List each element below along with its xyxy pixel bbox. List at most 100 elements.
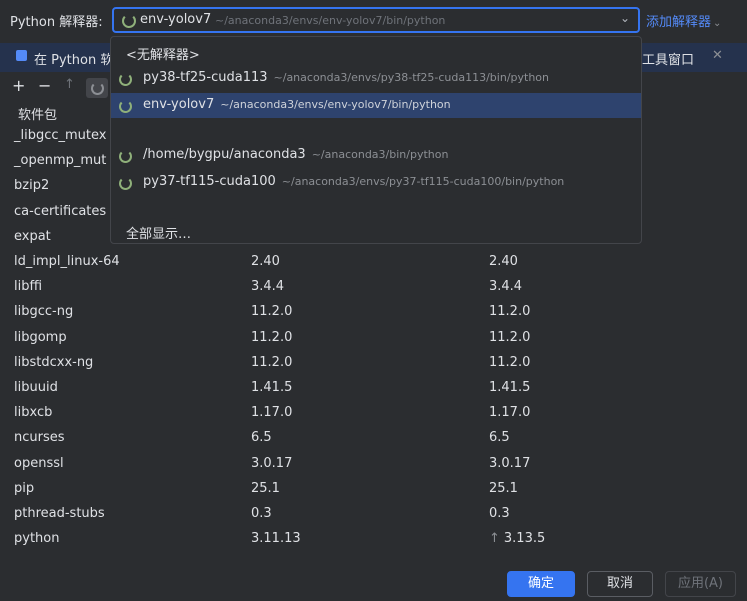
package-latest-version: 3.4.4 (489, 279, 522, 294)
loading-spinner-icon (119, 177, 132, 190)
package-latest-version: 0.3 (489, 506, 510, 521)
interpreter-option-name: py37-tf115-cuda100 (143, 174, 276, 189)
add-interpreter-link[interactable]: 添加解释器 ⌄ (646, 11, 721, 30)
package-row[interactable]: libgomp 11.2.0 11.2.0 (0, 326, 747, 351)
package-icon (16, 50, 27, 61)
package-name: libffi (14, 279, 43, 294)
package-latest-value: 1.17.0 (489, 405, 531, 420)
chevron-down-icon: ⌄ (619, 11, 630, 25)
package-name: ca-certificates (14, 204, 107, 219)
package-name: pthread-stubs (14, 506, 105, 521)
package-row[interactable]: ncurses 6.5 6.5 (0, 426, 747, 451)
package-version: 2.40 (251, 254, 280, 269)
loading-spinner-icon (119, 100, 132, 113)
interpreter-option-path: ~/anaconda3/bin/python (311, 148, 449, 161)
package-row[interactable]: libgcc-ng 11.2.0 11.2.0 (0, 300, 747, 325)
package-name: expat (14, 229, 51, 244)
close-icon[interactable]: ✕ (712, 48, 723, 63)
package-name: _openmp_mut (14, 153, 107, 168)
interpreter-combobox[interactable]: env-yolov7 ~/anaconda3/envs/env-yolov7/b… (112, 7, 640, 33)
package-name: libstdcxx-ng (14, 355, 94, 370)
package-name: bzip2 (14, 178, 50, 193)
interpreter-option[interactable]: py37-tf115-cuda100 ~/anaconda3/envs/py37-… (111, 170, 641, 195)
package-version: 3.4.4 (251, 279, 285, 294)
interpreter-option[interactable]: /home/bygpu/anaconda3 ~/anaconda3/bin/pyt… (111, 143, 641, 168)
package-version: 25.1 (251, 481, 280, 496)
refresh-button[interactable] (86, 78, 108, 98)
package-name: libgomp (14, 330, 67, 345)
package-latest-value: 11.2.0 (489, 330, 531, 345)
no-interpreter-option[interactable]: <无解释器> (111, 40, 641, 65)
package-row[interactable]: libstdcxx-ng 11.2.0 11.2.0 (0, 351, 747, 376)
package-version: 6.5 (251, 430, 272, 445)
package-latest-value: 11.2.0 (489, 355, 531, 370)
interpreter-dropdown: <无解释器> py38-tf25-cuda113 ~/anaconda3/envs… (110, 36, 642, 244)
loading-spinner-icon (119, 73, 132, 86)
package-row[interactable]: python 3.11.13 ↑ 3.13.5 (0, 527, 747, 552)
loading-spinner-icon (122, 14, 136, 28)
package-latest-version: 6.5 (489, 430, 510, 445)
package-version: 11.2.0 (251, 330, 293, 345)
package-latest-version: 11.2.0 (489, 330, 530, 345)
selected-interpreter-path: ~/anaconda3/envs/env-yolov7/bin/python (215, 14, 446, 27)
package-row[interactable]: openssl 3.0.17 3.0.17 (0, 452, 747, 477)
no-interpreter-label: <无解释器> (126, 48, 200, 63)
package-row[interactable]: libuuid 1.41.5 1.41.5 (0, 376, 747, 401)
package-name: python (14, 531, 60, 546)
package-latest-value: 11.2.0 (489, 304, 531, 319)
apply-button[interactable]: 应用(A) (665, 571, 736, 597)
package-row[interactable]: pip 25.1 25.1 (0, 477, 747, 502)
show-all-label: 全部显示… (126, 227, 192, 242)
interpreter-option-name: env-yolov7 (143, 97, 215, 112)
interpreter-option-path: ~/anaconda3/envs/env-yolov7/bin/python (220, 98, 451, 111)
package-version: 1.17.0 (251, 405, 293, 420)
upgrade-package-button[interactable]: ↑ (64, 77, 75, 92)
package-version: 11.2.0 (251, 304, 293, 319)
selected-interpreter-name: env-yolov7 (140, 12, 212, 27)
remove-package-button[interactable]: − (38, 76, 51, 95)
package-latest-value: 25.1 (489, 481, 518, 496)
package-latest-value: 3.13.5 (503, 531, 546, 546)
package-version: 1.41.5 (251, 380, 293, 395)
package-latest-version: 3.0.17 (489, 456, 530, 471)
package-name: libgcc-ng (14, 304, 74, 319)
package-latest-value: 1.41.5 (489, 380, 531, 395)
add-package-button[interactable]: + (12, 76, 25, 95)
package-latest-value: 2.40 (489, 254, 518, 269)
package-latest-version: 11.2.0 (489, 304, 530, 319)
package-latest-version: 11.2.0 (489, 355, 530, 370)
ok-button[interactable]: 确定 (507, 571, 575, 597)
package-name: openssl (14, 456, 64, 471)
interpreter-option-path: ~/anaconda3/envs/py38-tf25-cuda113/bin/p… (273, 71, 550, 84)
interpreter-option[interactable]: py38-tf25-cuda113 ~/anaconda3/envs/py38-t… (111, 66, 641, 91)
package-version: 3.11.13 (251, 531, 301, 546)
package-name: libxcb (14, 405, 53, 420)
chevron-down-icon: ⌄ (713, 18, 722, 29)
interpreter-label: Python 解释器: (10, 15, 103, 30)
package-version: 3.0.17 (251, 456, 293, 471)
cancel-button[interactable]: 取消 (587, 571, 653, 597)
package-name: pip (14, 481, 35, 496)
banner-text: 在 Python 软 (34, 53, 114, 68)
interpreter-option-name: py38-tf25-cuda113 (143, 70, 268, 85)
package-latest-value: 3.4.4 (489, 279, 523, 294)
package-latest-version: 2.40 (489, 254, 518, 269)
package-row[interactable]: libxcb 1.17.0 1.17.0 (0, 401, 747, 426)
package-row[interactable]: libffi 3.4.4 3.4.4 (0, 275, 747, 300)
package-latest-value: 6.5 (489, 430, 510, 445)
banner-tool-window-link[interactable]: 工具窗口 (642, 49, 694, 68)
package-row[interactable]: pthread-stubs 0.3 0.3 (0, 502, 747, 527)
package-latest-version: ↑ 3.13.5 (489, 531, 545, 546)
show-all-option[interactable]: 全部显示… (111, 219, 641, 244)
package-name: _libgcc_mutex (14, 128, 107, 143)
interpreter-option-name: /home/bygpu/anaconda3 (143, 147, 306, 162)
package-row[interactable]: ld_impl_linux-64 2.40 2.40 (0, 250, 747, 275)
package-latest-version: 1.17.0 (489, 405, 530, 420)
package-latest-version: 25.1 (489, 481, 518, 496)
interpreter-option-selected[interactable]: env-yolov7 ~/anaconda3/envs/env-yolov7/bi… (111, 93, 641, 118)
package-name: libuuid (14, 380, 58, 395)
refresh-icon (91, 82, 104, 95)
interpreter-option-path: ~/anaconda3/envs/py37-tf115-cuda100/bin/… (281, 175, 565, 188)
upgrade-arrow-icon: ↑ (489, 531, 500, 546)
package-version: 11.2.0 (251, 355, 293, 370)
